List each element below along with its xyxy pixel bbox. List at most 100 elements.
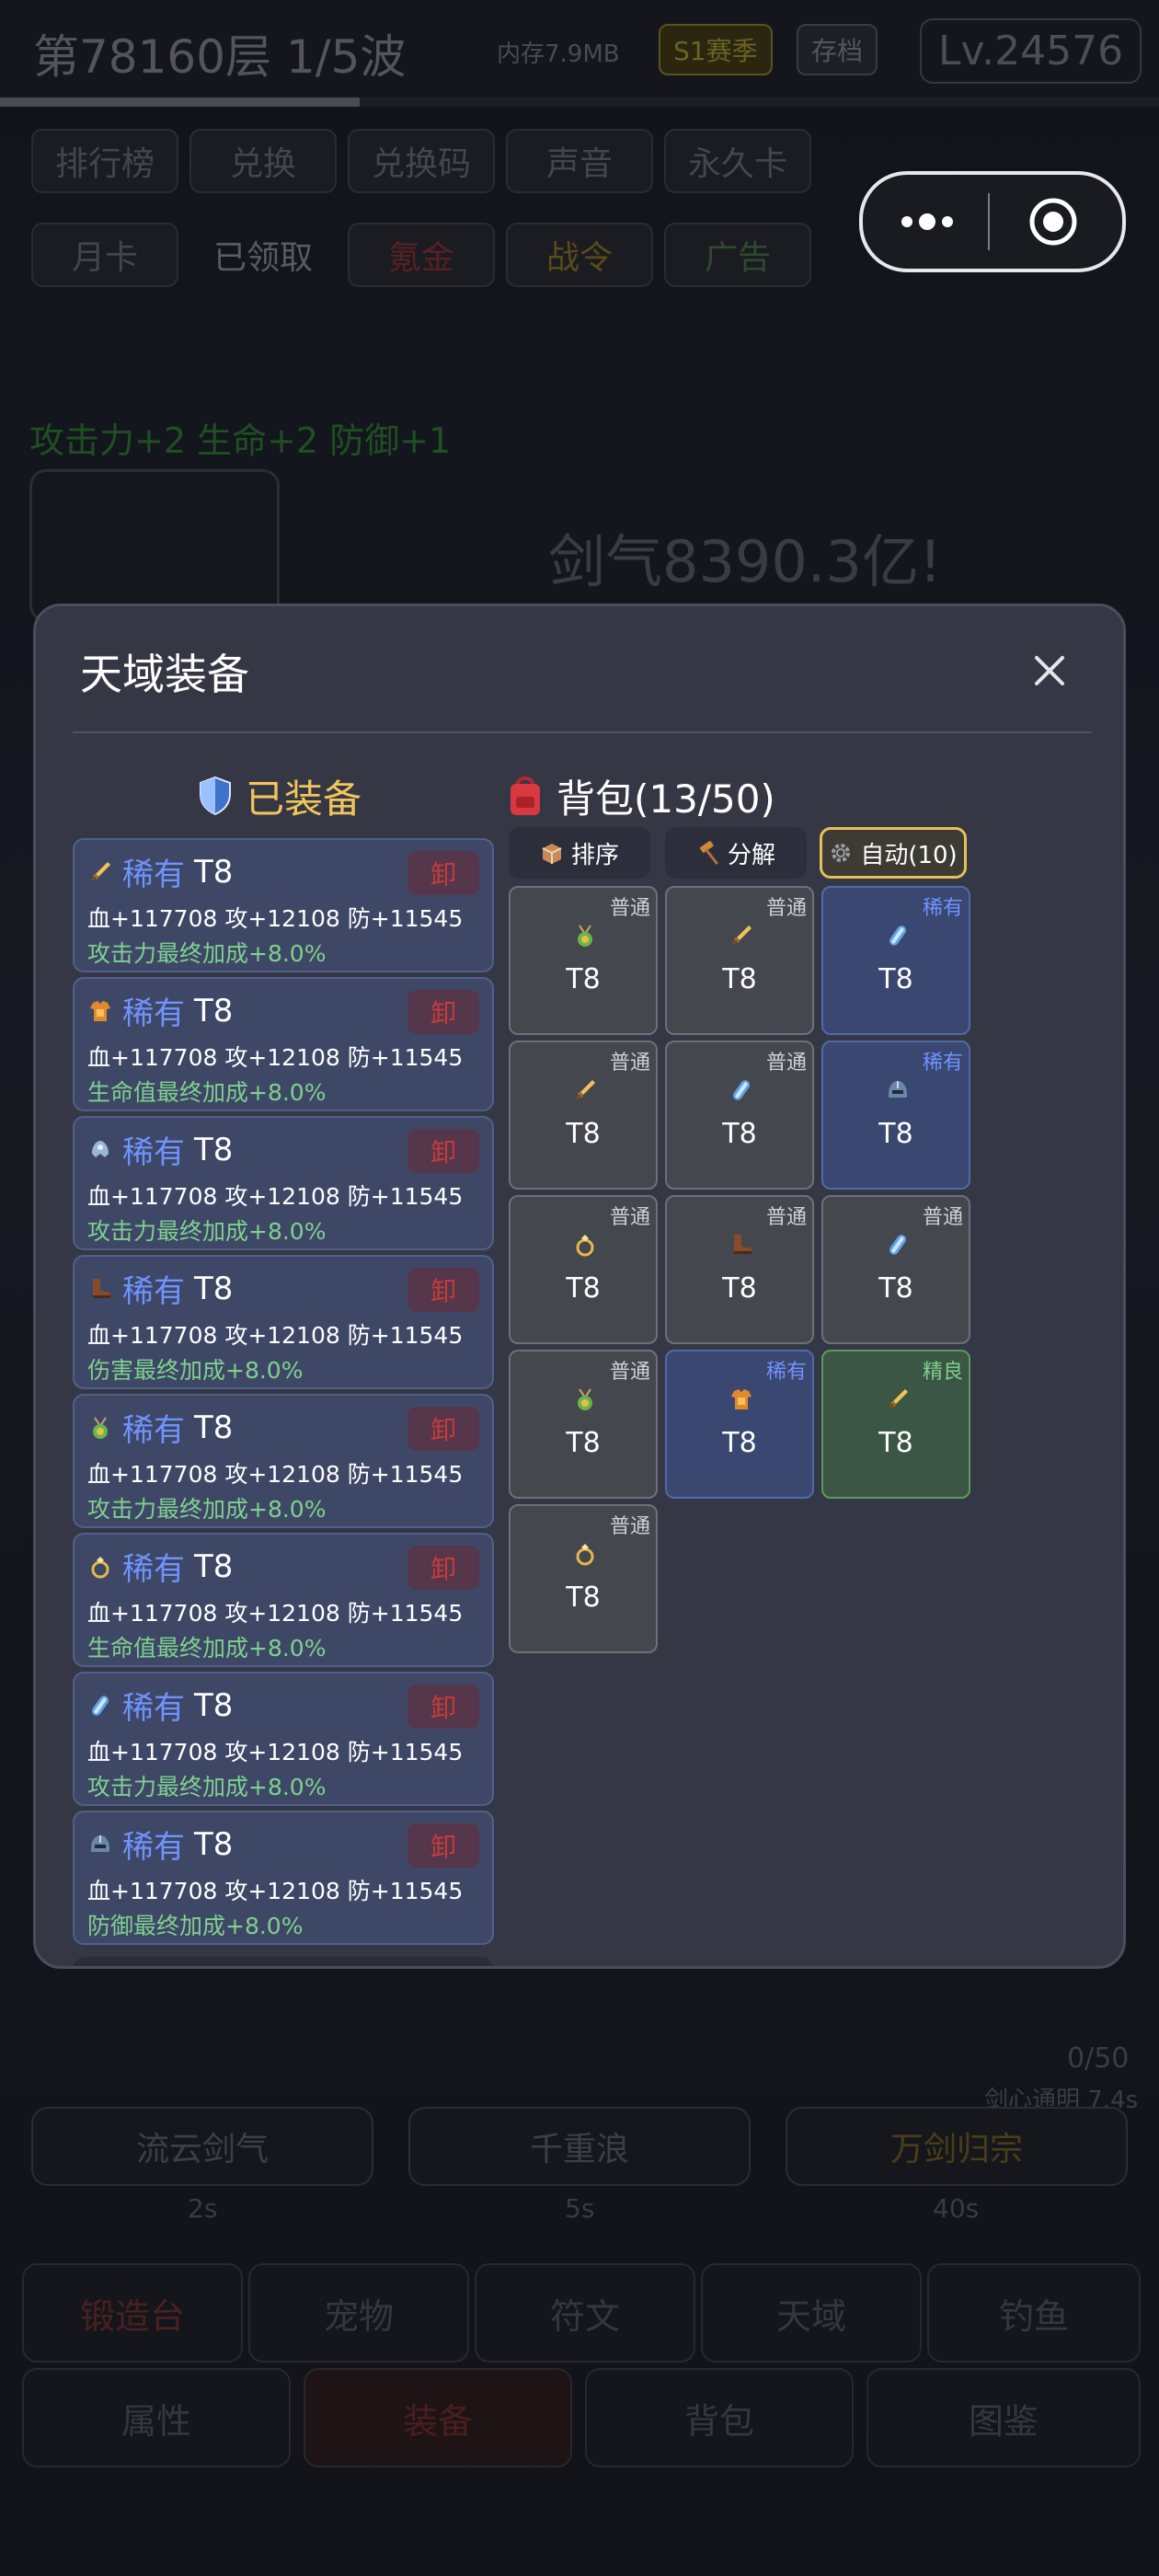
helmet-icon <box>885 1077 911 1103</box>
item-rarity: 稀有 <box>122 1551 185 1588</box>
equipped-item-card[interactable]: 稀有 T8 卸血+117708 攻+12108 防+11545 生命值最终加成+8.0… <box>73 977 494 1111</box>
item-tier: T8 <box>194 1825 234 1863</box>
close-icon[interactable] <box>1027 649 1072 693</box>
backpack-slot[interactable]: 普通 T8 <box>509 1350 658 1499</box>
equipped-item-card[interactable]: 稀有 T8 卸血+117708 攻+12108 防+11545 攻击力最终加成+8.0… <box>73 838 494 972</box>
helmet-icon <box>87 1832 113 1857</box>
ring-icon <box>87 1554 113 1580</box>
slot-tier: T8 <box>566 1427 601 1459</box>
slot-tier: T8 <box>566 1118 601 1150</box>
equipped-item-card[interactable]: 稀有 T8 卸血+117708 攻+12108 防+11545 攻击力最终加成+8.0… <box>73 1672 494 1806</box>
auto-label: 自动(10) <box>860 841 958 869</box>
unequip-button[interactable]: 卸 <box>407 1129 479 1173</box>
backpack-slot[interactable]: 普通 T8 <box>665 1195 814 1344</box>
backpack-slot[interactable]: 稀有 T8 <box>821 1041 970 1190</box>
item-rarity: 稀有 <box>122 1273 185 1310</box>
backpack-header: 背包(13/50) <box>507 770 775 822</box>
skill-count: 0/50 <box>1067 2042 1130 2075</box>
backpack-slot[interactable]: 普通 T8 <box>665 886 814 1035</box>
item-bonus: 生命值最终加成+8.0% <box>87 1079 327 1106</box>
nav-rune: 符文 <box>475 2263 695 2363</box>
item-stats: 血+117708 攻+12108 防+11545 <box>87 1183 464 1210</box>
equipped-list-more <box>73 1957 494 1966</box>
item-rarity: 稀有 <box>122 1829 185 1866</box>
item-stats: 血+117708 攻+12108 防+11545 <box>87 905 464 932</box>
item-tier: T8 <box>194 1686 234 1724</box>
sound-button: 声音 <box>506 129 653 193</box>
memory-label: 内存7.9MB <box>497 40 620 68</box>
miniprogram-capsule <box>859 171 1126 272</box>
unequip-button[interactable]: 卸 <box>407 990 479 1034</box>
more-icon[interactable] <box>900 210 955 234</box>
sort-button[interactable]: 排序 <box>509 827 650 879</box>
armor-icon <box>87 998 113 1024</box>
modal-divider <box>73 731 1092 733</box>
unequip-button[interactable]: 卸 <box>407 1546 479 1590</box>
item-stats: 血+117708 攻+12108 防+11545 <box>87 1600 464 1627</box>
item-bonus: 伤害最终加成+8.0% <box>87 1357 304 1384</box>
equipped-item-card[interactable]: 稀有 T8 卸血+117708 攻+12108 防+11545 防御最终加成+8.0% <box>73 1811 494 1945</box>
equipped-item-header: 稀有 T8 <box>87 1683 233 1728</box>
item-rarity: 稀有 <box>122 995 185 1032</box>
item-stats: 血+117708 攻+12108 防+11545 <box>87 1461 464 1488</box>
sword-icon <box>729 923 754 949</box>
hero-portrait <box>29 469 280 622</box>
backpack-slot[interactable]: 普通 T8 <box>509 1041 658 1190</box>
item-stats: 血+117708 攻+12108 防+11545 <box>87 1878 464 1904</box>
shield-icon <box>200 776 231 816</box>
boot-icon <box>87 1276 113 1302</box>
sky-equipment-modal: 天域装备 已装备 稀有 T8 卸血+117708 攻+12108 防+11545 攻击… <box>33 604 1126 1969</box>
backpack-slot[interactable]: 普通 T8 <box>509 886 658 1035</box>
bracer-icon <box>87 1693 113 1719</box>
claimed-label: 已领取 <box>212 239 313 277</box>
ring-icon <box>572 1232 598 1258</box>
backpack-slot[interactable]: 普通 T8 <box>509 1504 658 1653</box>
backpack-slot[interactable]: 普通 T8 <box>509 1195 658 1344</box>
nav-equipment: 装备 <box>304 2368 572 2467</box>
topup-button: 氪金 <box>348 223 495 287</box>
unequip-button[interactable]: 卸 <box>407 1823 479 1868</box>
gear-icon <box>832 844 851 862</box>
monthly-card-button: 月卡 <box>31 223 178 287</box>
equipped-item-header: 稀有 T8 <box>87 1266 233 1311</box>
slot-rarity: 普通 <box>609 1206 650 1229</box>
sort-label: 排序 <box>570 841 619 869</box>
item-rarity: 稀有 <box>122 1412 185 1449</box>
item-bonus: 攻击力最终加成+8.0% <box>87 1496 327 1523</box>
equipped-item-card[interactable]: 稀有 T8 卸血+117708 攻+12108 防+11545 攻击力最终加成+8.0… <box>73 1116 494 1250</box>
modal-title: 天域装备 <box>80 650 249 699</box>
slot-rarity: 普通 <box>609 1361 650 1384</box>
backpack-slot[interactable]: 稀有 T8 <box>821 886 970 1035</box>
battle-pass-button: 战令 <box>506 223 653 287</box>
slot-rarity: 普通 <box>765 1052 807 1075</box>
equipped-item-card[interactable]: 稀有 T8 卸血+117708 攻+12108 防+11545 攻击力最终加成+8.0… <box>73 1394 494 1528</box>
rank-button: 排行榜 <box>31 129 178 193</box>
unequip-button[interactable]: 卸 <box>407 1268 479 1312</box>
item-stats: 血+117708 攻+12108 防+11545 <box>87 1044 464 1071</box>
sword-icon <box>87 859 113 885</box>
season-chip: S1赛季 <box>659 24 773 75</box>
boot-icon <box>729 1232 754 1258</box>
unequip-button[interactable]: 卸 <box>407 851 479 895</box>
equipped-header: 已装备 <box>198 770 361 822</box>
unequip-button[interactable]: 卸 <box>407 1407 479 1451</box>
save-chip: 存档 <box>797 24 878 75</box>
item-tier: T8 <box>194 1131 234 1168</box>
backpack-slot[interactable]: 普通 T8 <box>821 1195 970 1344</box>
item-tier: T8 <box>194 992 234 1029</box>
box-icon <box>542 844 562 864</box>
unequip-button[interactable]: 卸 <box>407 1685 479 1729</box>
redeem-code-button: 兑换码 <box>348 129 495 193</box>
auto-decompose-button[interactable]: 自动(10) <box>820 827 967 879</box>
backpack-slot[interactable]: 稀有 T8 <box>665 1350 814 1499</box>
slot-rarity: 稀有 <box>765 1361 807 1384</box>
decompose-button[interactable]: 分解 <box>665 827 807 879</box>
equipped-item-card[interactable]: 稀有 T8 卸血+117708 攻+12108 防+11545 生命值最终加成+8.0… <box>73 1533 494 1667</box>
equipped-item-card[interactable]: 稀有 T8 卸血+117708 攻+12108 防+11545 伤害最终加成+8.0% <box>73 1255 494 1389</box>
backpack-slot[interactable]: 普通 T8 <box>665 1041 814 1190</box>
backpack-slot[interactable]: 精良 T8 <box>821 1350 970 1499</box>
nav-backpack: 背包 <box>585 2368 854 2467</box>
item-tier: T8 <box>194 1409 234 1446</box>
exit-target-icon[interactable] <box>1028 197 1078 247</box>
item-bonus: 攻击力最终加成+8.0% <box>87 1774 327 1800</box>
